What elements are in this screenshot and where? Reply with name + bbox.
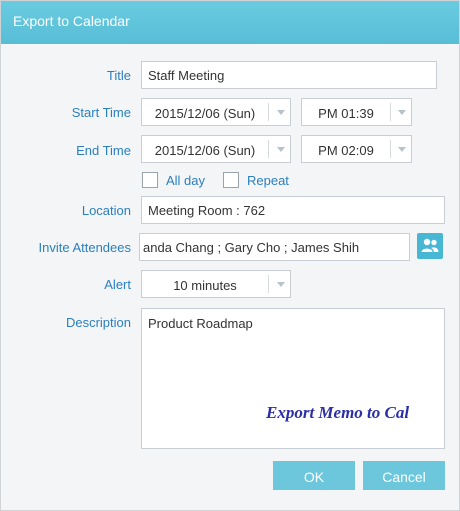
export-to-calendar-dialog: Export to Calendar Title Staff Meeting S…	[0, 0, 460, 511]
chevron-down-icon	[277, 147, 285, 152]
repeat-checkbox[interactable]	[223, 172, 239, 188]
cancel-button[interactable]: Cancel	[363, 461, 445, 490]
dialog-title: Export to Calendar	[13, 13, 130, 29]
alert-select[interactable]: 10 minutes	[141, 270, 291, 298]
ok-button[interactable]: OK	[273, 461, 355, 490]
description-textarea[interactable]: Product Roadmap	[141, 308, 445, 449]
end-time-value: PM 02:09	[318, 143, 374, 158]
start-time-select[interactable]: PM 01:39	[301, 98, 412, 126]
start-time-value: PM 01:39	[318, 106, 374, 121]
description-label: Description	[65, 315, 131, 330]
location-label: Location	[81, 203, 131, 218]
repeat-label: Repeat	[247, 173, 289, 188]
end-date-select[interactable]: 2015/12/06 (Sun)	[141, 135, 291, 163]
people-icon	[421, 238, 439, 252]
start-date-value: 2015/12/06 (Sun)	[154, 106, 256, 121]
add-attendees-button[interactable]	[417, 233, 443, 259]
location-input[interactable]: Meeting Room : 762	[141, 196, 445, 224]
chevron-down-icon	[277, 282, 285, 287]
alert-label: Alert	[104, 277, 131, 292]
end-date-value: 2015/12/06 (Sun)	[154, 143, 256, 158]
invite-attendees-label: Invite Attendees	[38, 240, 131, 255]
alert-value: 10 minutes	[173, 278, 237, 293]
start-time-label: Start Time	[71, 105, 131, 120]
all-day-label: All day	[166, 173, 206, 188]
title-label: Title	[106, 68, 131, 83]
chevron-down-icon	[398, 147, 406, 152]
dialog-title-bar: Export to Calendar	[1, 1, 459, 44]
end-time-select[interactable]: PM 02:09	[301, 135, 412, 163]
invite-attendees-input[interactable]: anda Chang ; Gary Cho ; James Shih	[139, 233, 410, 261]
title-input[interactable]: Staff Meeting	[141, 61, 437, 89]
chevron-down-icon	[398, 110, 406, 115]
export-memo-caption: Export Memo to Cal	[266, 403, 410, 422]
start-date-select[interactable]: 2015/12/06 (Sun)	[141, 98, 291, 126]
all-day-checkbox[interactable]	[142, 172, 158, 188]
chevron-down-icon	[277, 110, 285, 115]
end-time-label: End Time	[76, 143, 131, 158]
